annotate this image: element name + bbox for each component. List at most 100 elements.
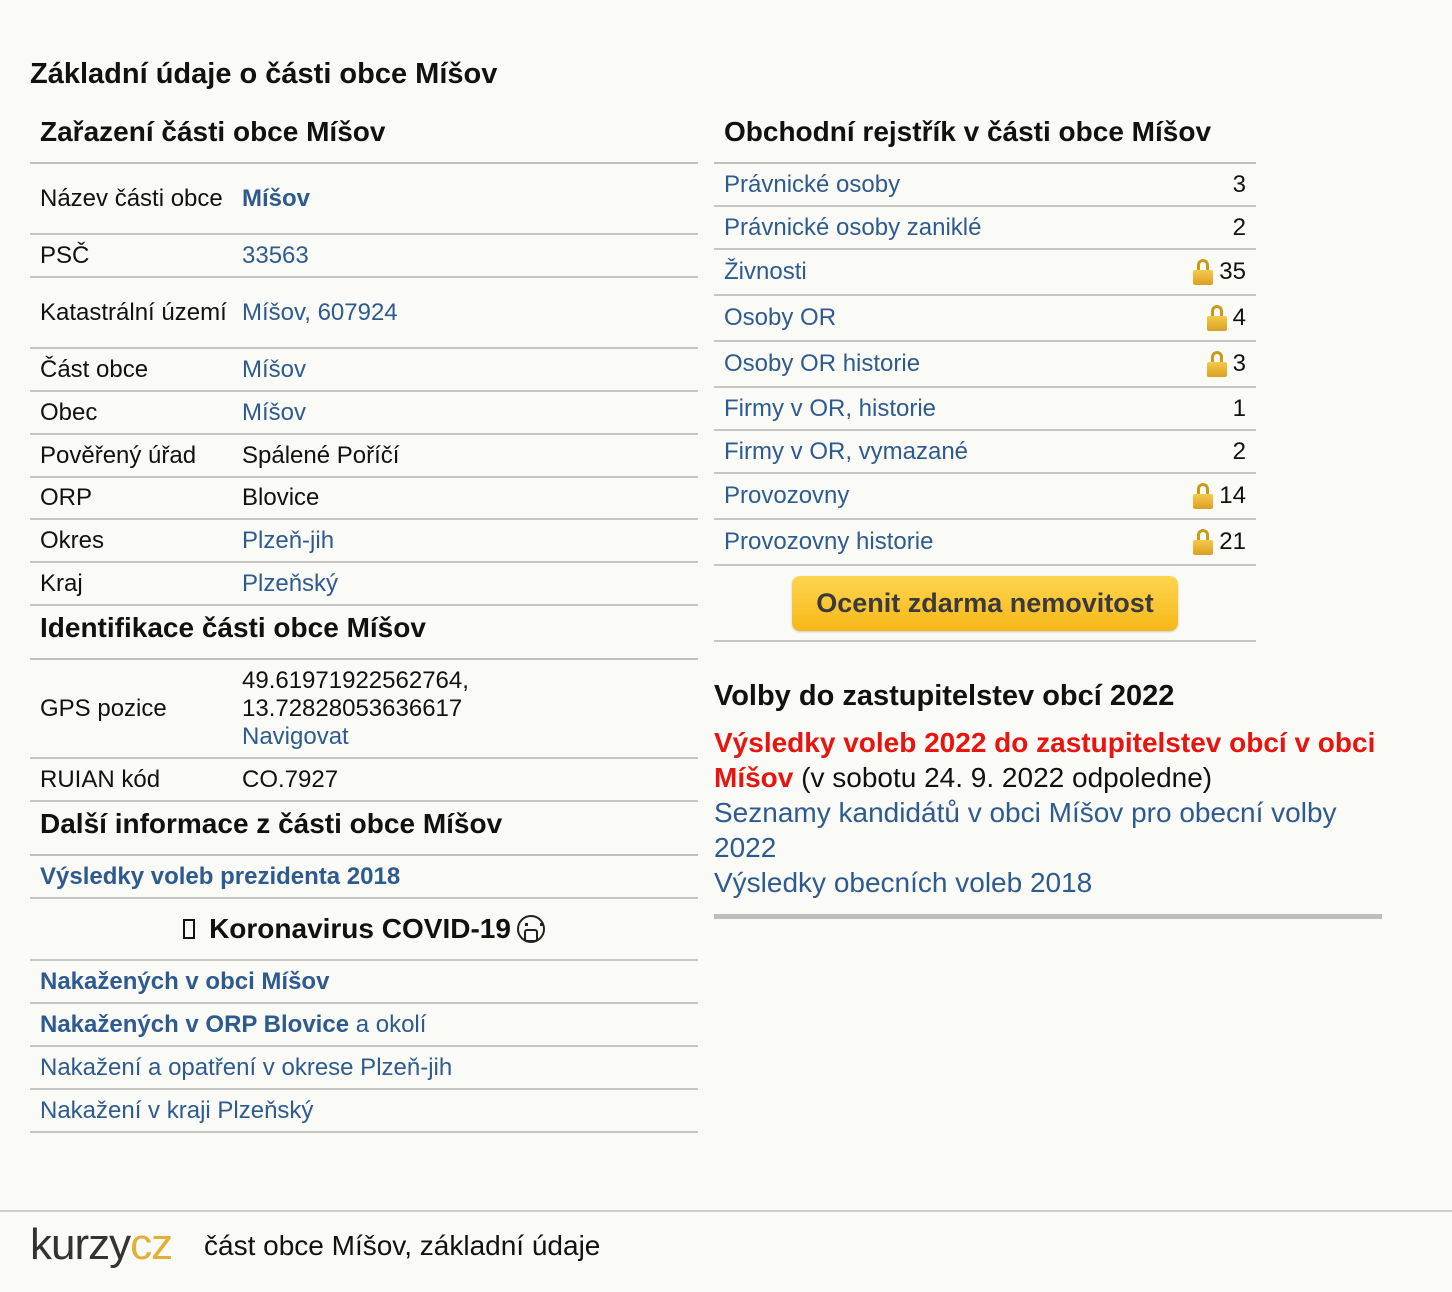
count-wrap: 35 — [1193, 258, 1246, 286]
firmy-historie-link[interactable]: Firmy v OR, historie — [724, 395, 936, 423]
row-label: Obec — [40, 398, 98, 426]
volby-heading: Volby do zastupitelstev obcí 2022 — [714, 680, 1175, 712]
button-row: Ocenit zdarma nemovitost — [714, 566, 1256, 642]
row-label: PSČ — [40, 241, 90, 269]
prezident-link[interactable]: Výsledky voleb prezidenta 2018 — [40, 863, 400, 891]
table-row: Kraj Plzeňský — [30, 563, 698, 606]
osoby-or-historie-link[interactable]: Osoby OR historie — [724, 350, 920, 378]
ocenit-nemovitost-button[interactable]: Ocenit zdarma nemovitost — [792, 575, 1178, 631]
volby-note: (v sobotu 24. 9. 2022 odpoledne) — [793, 762, 1213, 793]
table-row: ORP Blovice — [30, 478, 698, 520]
row-value: Blovice — [242, 484, 320, 511]
page-title: Základní údaje o části obce Míšov — [30, 58, 498, 90]
count: 3 — [1232, 170, 1246, 198]
count-wrap: 4 — [1206, 304, 1246, 332]
gps-lat: 49.61971922562764, — [242, 666, 469, 694]
provozovny-link[interactable]: Provozovny — [724, 482, 849, 510]
count-wrap: 21 — [1193, 528, 1246, 556]
table-row: GPS pozice 49.61971922562764, 13.7282805… — [30, 660, 698, 759]
count: 1 — [1232, 394, 1246, 422]
row-label: Katastrální území — [40, 298, 227, 326]
table-row: Právnické osoby zaniklé 2 — [714, 207, 1256, 250]
row-label: Část obce — [40, 355, 149, 383]
kurzy-logo[interactable]: kurzycz — [30, 1220, 173, 1270]
row-label: Pověřený úřad — [40, 441, 197, 469]
psc-link[interactable]: 33563 — [242, 242, 688, 270]
volby-result: Výsledky voleb 2022 do zastupitelstev ob… — [714, 725, 1382, 795]
list-item: Výsledky voleb prezidenta 2018 — [30, 856, 698, 899]
missing-glyph-icon — [183, 919, 196, 939]
covid-orp-link[interactable]: Nakažených v ORP Blovice a okolí — [40, 1011, 426, 1039]
cast-obce-link[interactable]: Míšov — [242, 356, 688, 384]
lock-icon[interactable] — [1193, 259, 1214, 285]
volby-section: Volby do zastupitelstev obcí 2022 Výsled… — [714, 680, 1382, 919]
row-value: CO.7927 — [242, 765, 339, 793]
table-row: Obec Míšov — [30, 392, 698, 435]
katastr-link[interactable]: Míšov, 607924 — [242, 299, 688, 327]
pravnicke-osoby-link[interactable]: Právnické osoby — [724, 171, 900, 199]
table-row: Živnosti 35 — [714, 250, 1256, 296]
kandidati-link[interactable]: Seznamy kandidátů v obci Míšov pro obecn… — [714, 797, 1337, 863]
firmy-vymazane-link[interactable]: Firmy v OR, vymazané — [724, 438, 968, 466]
count-wrap: 3 — [1206, 350, 1246, 378]
table-row: Osoby OR historie 3 — [714, 342, 1256, 388]
table-row: Katastrální území Míšov, 607924 — [30, 278, 698, 349]
row-label: GPS pozice — [40, 694, 167, 722]
count: 2 — [1232, 437, 1246, 465]
covid-kraj-link[interactable]: Nakažení v kraji Plzeňský — [40, 1097, 313, 1125]
kraj-link[interactable]: Plzeňský — [242, 570, 688, 598]
list-item: Nakažení v kraji Plzeňský — [30, 1090, 698, 1133]
row-label: ORP — [40, 484, 93, 511]
row-label: RUIAN kód — [40, 765, 161, 793]
lock-icon[interactable] — [1193, 529, 1214, 555]
table-row: Firmy v OR, vymazané 2 — [714, 431, 1256, 474]
table-row: RUIAN kód CO.7927 — [30, 759, 698, 802]
divider — [714, 914, 1382, 919]
gps-value: 49.61971922562764, 13.72828053636617 Nav… — [242, 667, 688, 751]
zarazeni-heading: Zařazení části obce Míšov — [30, 110, 698, 164]
dalsi-heading: Další informace z části obce Míšov — [30, 802, 698, 856]
table-row: Právnické osoby 3 — [714, 164, 1256, 207]
table-row: Firmy v OR, historie 1 — [714, 388, 1256, 431]
volby-2018-link[interactable]: Výsledky obecních voleb 2018 — [714, 867, 1092, 898]
logo-part-b: cz — [130, 1220, 173, 1269]
face-mask-icon — [516, 915, 545, 943]
obec-link[interactable]: Míšov — [242, 399, 688, 427]
osoby-or-link[interactable]: Osoby OR — [724, 304, 836, 332]
covid-heading: Koronavirus COVID-19 — [30, 899, 698, 961]
pravnicke-zanikle-link[interactable]: Právnické osoby zaniklé — [724, 214, 981, 242]
okres-link[interactable]: Plzeň-jih — [242, 527, 688, 555]
table-row: Provozovny historie 21 — [714, 520, 1256, 566]
provozovny-historie-link[interactable]: Provozovny historie — [724, 528, 933, 556]
list-item: Nakažených v ORP Blovice a okolí — [30, 1004, 698, 1047]
footer-text: část obce Míšov, základní údaje — [204, 1230, 601, 1261]
covid-okres-link[interactable]: Nakažení a opatření v okrese Plzeň-jih — [40, 1054, 452, 1082]
zivnosti-link[interactable]: Živnosti — [724, 258, 807, 286]
lock-icon[interactable] — [1206, 305, 1227, 331]
volby-2018: Výsledky obecních voleb 2018 — [714, 865, 1382, 900]
table-row: Část obce Míšov — [30, 349, 698, 392]
kandidati: Seznamy kandidátů v obci Míšov pro obecn… — [714, 795, 1382, 865]
table-row: Osoby OR 4 — [714, 296, 1256, 342]
count: 2 — [1232, 213, 1246, 241]
table-row: Pověřený úřad Spálené Poříčí — [30, 435, 698, 478]
lock-icon[interactable] — [1193, 483, 1214, 509]
row-label: Kraj — [40, 569, 83, 597]
rejstrik-heading: Obchodní rejstřík v části obce Míšov — [714, 110, 1256, 164]
identifikace-heading: Identifikace části obce Míšov — [30, 606, 698, 660]
covid-orp-bold: Nakažených v ORP Blovice — [40, 1010, 350, 1038]
covid-orp-rest: a okolí — [349, 1010, 427, 1038]
covid-obec-link[interactable]: Nakažených v obci Míšov — [40, 968, 329, 996]
count: 4 — [1232, 304, 1246, 331]
row-value: Spálené Poříčí — [242, 441, 400, 469]
lock-icon[interactable] — [1206, 351, 1227, 377]
count: 35 — [1219, 258, 1246, 285]
gps-lon: 13.72828053636617 — [242, 694, 463, 722]
nazev-link[interactable]: Míšov — [242, 185, 688, 213]
table-row: PSČ 33563 — [30, 235, 698, 278]
logo-part-a: kurzy — [30, 1220, 131, 1269]
footer: kurzycz část obce Míšov, základní údaje — [0, 1210, 1452, 1292]
count: 3 — [1232, 350, 1246, 377]
navigate-link[interactable]: Navigovat — [242, 723, 349, 750]
list-item: Nakažených v obci Míšov — [30, 961, 698, 1004]
